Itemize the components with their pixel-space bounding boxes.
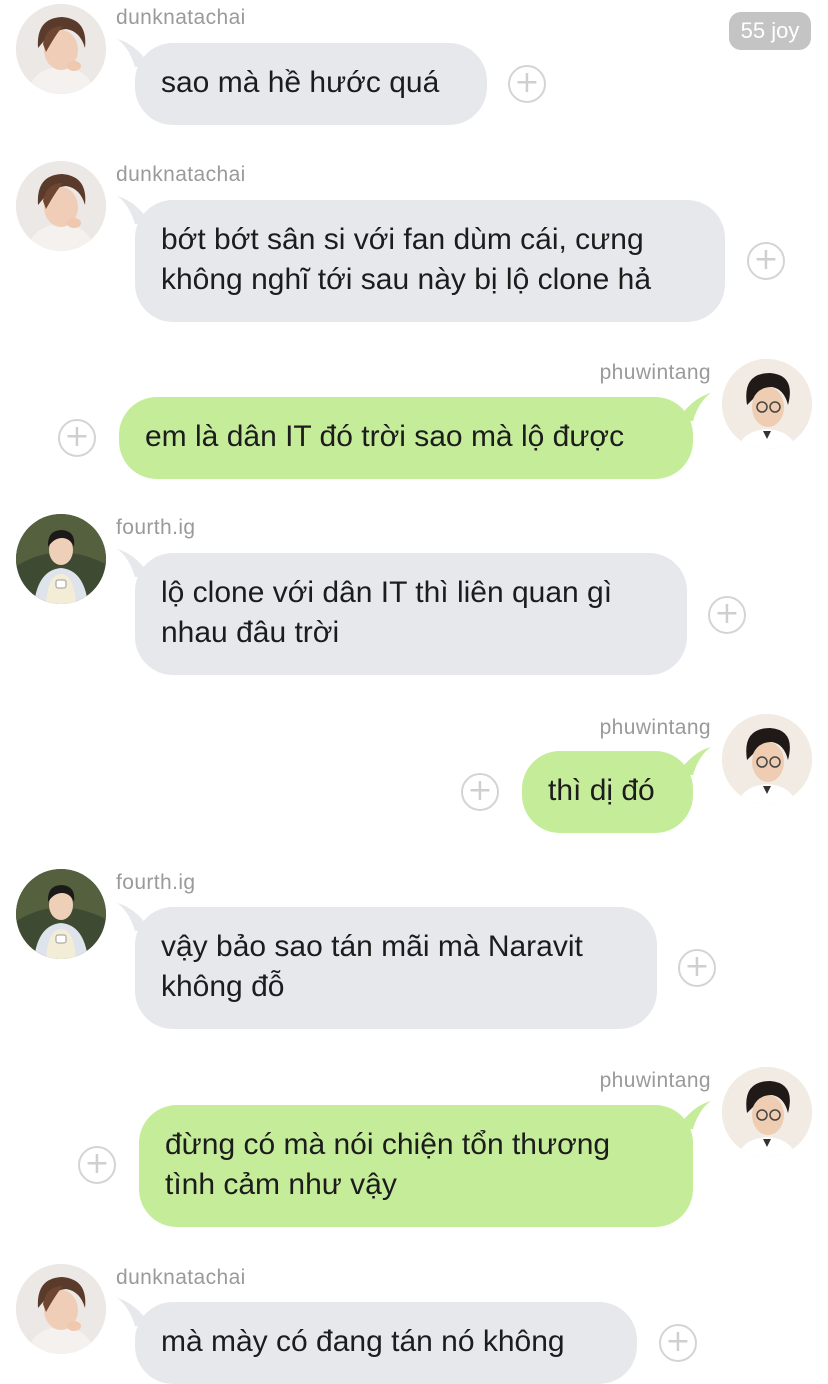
add-reaction-icon[interactable]: + [58, 419, 96, 457]
message-bubble[interactable]: mà mày có đang tán nó không [135, 1302, 637, 1384]
add-reaction-icon[interactable]: + [78, 1146, 116, 1184]
add-reaction-icon[interactable]: + [678, 949, 716, 987]
message-text: thì dị đó [548, 774, 655, 807]
sender-name: dunknatachai [116, 6, 246, 29]
sender-name: phuwintang [599, 361, 711, 384]
unread-badge[interactable]: 55 joy [729, 12, 811, 50]
avatar-dunknatachai[interactable] [16, 4, 106, 94]
sender-name: fourth.ig [116, 516, 196, 539]
avatar-fourth-ig[interactable] [16, 514, 106, 604]
chat-view[interactable]: 55 joy dunknatachai sao mà hề hước quá + du… [0, 0, 828, 1384]
sender-name: dunknatachai [116, 163, 246, 186]
avatar-phuwintang[interactable] [722, 359, 812, 449]
message-bubble[interactable]: đừng có mà nói chiện tổn thương tình cảm… [139, 1105, 693, 1227]
message-text: sao mà hề hước quá [161, 66, 440, 99]
avatar-dunknatachai[interactable] [16, 1264, 106, 1354]
add-reaction-icon[interactable]: + [708, 596, 746, 634]
avatar-fourth-ig[interactable] [16, 869, 106, 959]
sender-name: fourth.ig [116, 871, 196, 894]
add-reaction-icon[interactable]: + [461, 773, 499, 811]
message-text: mà mày có đang tán nó không [161, 1325, 565, 1358]
message-text: lộ clone với dân IT thì liên quan gì nha… [161, 576, 613, 649]
message-bubble[interactable]: em là dân IT đó trời sao mà lộ được [119, 397, 693, 479]
add-reaction-icon[interactable]: + [747, 242, 785, 280]
add-reaction-icon[interactable]: + [659, 1324, 697, 1362]
message-bubble[interactable]: bớt bớt sân si với fan dùm cái, cưng khô… [135, 200, 725, 322]
message-text: vậy bảo sao tán mãi mà Naravit không đỗ [161, 930, 583, 1003]
message-bubble[interactable]: vậy bảo sao tán mãi mà Naravit không đỗ [135, 907, 657, 1029]
avatar-phuwintang[interactable] [722, 1067, 812, 1157]
avatar-dunknatachai[interactable] [16, 161, 106, 251]
add-reaction-icon[interactable]: + [508, 65, 546, 103]
message-bubble[interactable]: sao mà hề hước quá [135, 43, 487, 125]
avatar-phuwintang[interactable] [722, 714, 812, 804]
message-text: bớt bớt sân si với fan dùm cái, cưng khô… [161, 223, 652, 296]
sender-name: phuwintang [599, 716, 711, 739]
message-bubble[interactable]: lộ clone với dân IT thì liên quan gì nha… [135, 553, 687, 675]
message-bubble[interactable]: thì dị đó [522, 751, 693, 833]
message-text: đừng có mà nói chiện tổn thương tình cảm… [165, 1128, 611, 1201]
sender-name: dunknatachai [116, 1266, 246, 1289]
sender-name: phuwintang [599, 1069, 711, 1092]
message-text: em là dân IT đó trời sao mà lộ được [145, 420, 625, 453]
